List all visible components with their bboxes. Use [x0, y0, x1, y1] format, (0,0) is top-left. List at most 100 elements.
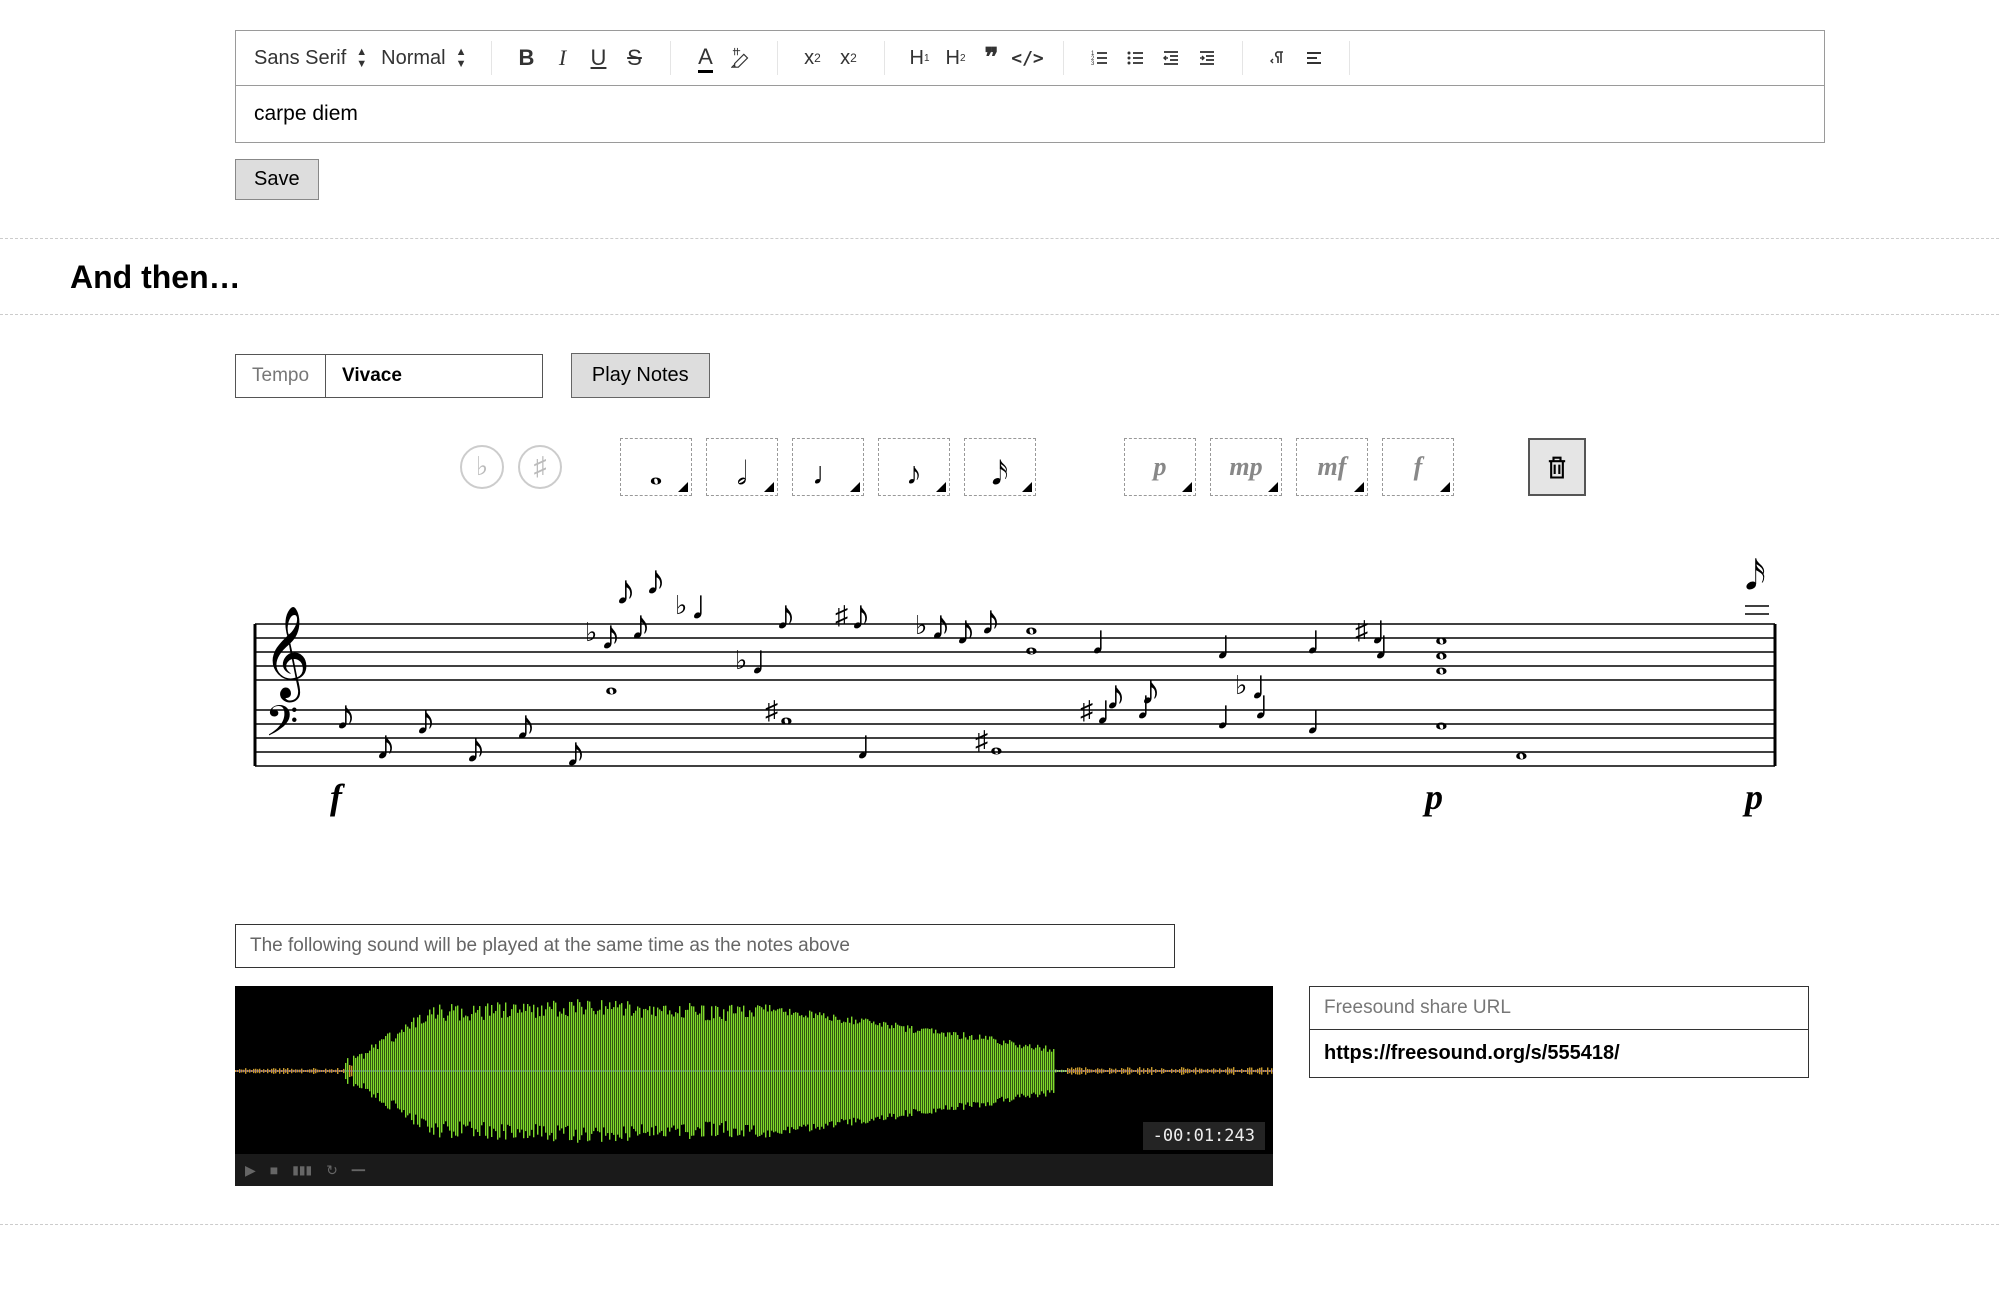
font-size-select[interactable]: Normal ▲▼ — [377, 46, 470, 70]
freesound-label: Freesound share URL — [1310, 987, 1808, 1030]
tempo-label: Tempo — [236, 355, 326, 397]
superscript-button[interactable]: x2 — [834, 43, 864, 73]
heading2-button[interactable]: H2 — [941, 43, 971, 73]
svg-text:𝄞: 𝄞 — [263, 607, 310, 702]
mezzopiano-dynamic-button[interactable]: mp — [1210, 438, 1282, 496]
svg-text:♩: ♩ — [1373, 623, 1415, 669]
underline-button[interactable]: U — [584, 43, 614, 73]
dynamic-piano: p — [1422, 777, 1443, 817]
svg-text:♪: ♪ — [415, 698, 436, 744]
forte-dynamic-button[interactable]: f — [1382, 438, 1454, 496]
svg-text:𝅝: 𝅝 — [780, 695, 793, 731]
editor-content[interactable]: carpe diem — [235, 86, 1825, 143]
italic-button[interactable]: I — [548, 43, 578, 73]
text-color-button[interactable]: A — [691, 43, 721, 73]
freesound-value: https://freesound.org/s/555418/ — [1310, 1030, 1808, 1077]
mezzoforte-dynamic-button[interactable]: mf — [1296, 438, 1368, 496]
svg-text:♪: ♪ — [955, 608, 976, 654]
waveform-player[interactable]: -00:01:243 ▶ ■ ▮▮▮ ↻ ━━ — [235, 986, 1273, 1186]
flat-accidental-button[interactable]: ♭ — [460, 445, 504, 489]
section-divider — [0, 238, 1999, 239]
eighth-note-button[interactable]: ♪ — [878, 438, 950, 496]
svg-text:♩: ♩ — [1305, 618, 1347, 664]
waveform-time: -00:01:243 — [1143, 1122, 1265, 1150]
svg-text:𝅝: 𝅝 — [990, 725, 1003, 761]
svg-text:♯: ♯ — [1355, 616, 1368, 645]
svg-text:𝅝: 𝅝 — [1435, 700, 1448, 736]
svg-text:♯: ♯ — [1080, 696, 1093, 725]
bold-button[interactable]: B — [512, 43, 542, 73]
save-button[interactable]: Save — [235, 159, 319, 200]
quarter-note-button[interactable]: ♩ — [792, 438, 864, 496]
sixteenth-note-button[interactable]: 𝅘𝅥𝅯 — [964, 438, 1036, 496]
ordered-list-button[interactable]: 123 — [1084, 43, 1114, 73]
volume-icon[interactable]: ━━ — [352, 1164, 365, 1177]
svg-text:♪: ♪ — [375, 723, 396, 769]
piano-dynamic-button[interactable]: p — [1124, 438, 1196, 496]
svg-text:𝅘𝅥𝅯: 𝅘𝅥𝅯 — [1745, 553, 1766, 598]
svg-text:♭: ♭ — [735, 646, 747, 675]
svg-text:♪: ♪ — [930, 603, 951, 649]
svg-text:♪: ♪ — [1140, 668, 1161, 714]
text-editor-toolbar: Sans Serif ▲▼ Normal ▲▼ B I U S A x2 x2 … — [235, 30, 1825, 86]
svg-text:♪: ♪ — [565, 730, 586, 776]
whole-note-button[interactable]: 𝅝 — [620, 438, 692, 496]
heading1-button[interactable]: H1 — [905, 43, 935, 73]
loop-icon[interactable]: ↻ — [326, 1162, 338, 1179]
align-button[interactable] — [1299, 43, 1329, 73]
svg-text:♪: ♪ — [1105, 673, 1126, 719]
freesound-url-field[interactable]: Freesound share URL https://freesound.or… — [1309, 986, 1809, 1078]
text-direction-button[interactable] — [1263, 43, 1293, 73]
tempo-field[interactable]: Tempo Vivace — [235, 354, 543, 398]
svg-text:♩: ♩ — [750, 638, 792, 684]
stop-icon[interactable]: ■ — [270, 1162, 278, 1178]
trash-icon — [1543, 453, 1571, 481]
svg-text:♯: ♯ — [835, 601, 848, 630]
section-title: And then… — [70, 259, 1999, 296]
half-note-button[interactable]: 𝅗𝅥 — [706, 438, 778, 496]
svg-text:♪: ♪ — [515, 703, 536, 749]
svg-text:♭: ♭ — [1235, 671, 1247, 700]
svg-text:♪: ♪ — [335, 693, 356, 739]
indent-button[interactable] — [1192, 43, 1222, 73]
svg-text:𝅝: 𝅝 — [1025, 625, 1038, 661]
svg-text:𝅝: 𝅝 — [1435, 645, 1448, 681]
svg-text:𝄢: 𝄢 — [265, 699, 298, 756]
music-toolbar: ♭ ♯ 𝅝 𝅗𝅥 ♩ ♪ 𝅘𝅥𝅯 p mp mf f — [460, 438, 1999, 496]
delete-button[interactable] — [1528, 438, 1586, 496]
code-button[interactable]: </> — [1013, 43, 1043, 73]
svg-text:♩: ♩ — [690, 583, 732, 629]
editor-text: carpe diem — [254, 102, 358, 125]
svg-text:♪: ♪ — [850, 593, 871, 639]
svg-text:♩: ♩ — [1305, 698, 1347, 744]
font-family-select[interactable]: Sans Serif ▲▼ — [250, 46, 371, 70]
sharp-accidental-button[interactable]: ♯ — [518, 445, 562, 489]
highlight-button[interactable] — [727, 43, 757, 73]
font-size-value: Normal — [381, 47, 445, 70]
svg-text:♭: ♭ — [915, 611, 927, 640]
chevron-updown-icon: ▲▼ — [356, 46, 367, 70]
svg-text:♪: ♪ — [775, 593, 796, 639]
svg-text:♪: ♪ — [615, 568, 636, 614]
sound-caption: The following sound will be played at th… — [235, 924, 1175, 968]
play-icon[interactable]: ▶ — [245, 1162, 256, 1179]
unordered-list-button[interactable] — [1120, 43, 1150, 73]
svg-text:♪: ♪ — [980, 598, 1001, 644]
subscript-button[interactable]: x2 — [798, 43, 828, 73]
chevron-updown-icon: ▲▼ — [456, 46, 467, 70]
svg-text:♯: ♯ — [765, 696, 778, 725]
play-notes-button[interactable]: Play Notes — [571, 353, 710, 398]
outdent-button[interactable] — [1156, 43, 1186, 73]
svg-text:𝅝: 𝅝 — [605, 665, 618, 701]
blockquote-button[interactable]: ❞ — [977, 43, 1007, 73]
svg-text:♪: ♪ — [465, 726, 486, 772]
strikethrough-button[interactable]: S — [620, 43, 650, 73]
svg-text:𝅝: 𝅝 — [1515, 730, 1528, 766]
svg-text:♪: ♪ — [600, 613, 621, 659]
bars-icon[interactable]: ▮▮▮ — [292, 1163, 312, 1177]
svg-text:♭: ♭ — [675, 591, 687, 620]
music-staff[interactable]: 𝄞 𝄢 ♪♪ ♪♪ ♪♪ ♭♪♪ ♪♪ 𝅝 ♭♩ ♭♩ ♪ ♯𝅝 ♯♪ ♩ — [235, 534, 1795, 874]
svg-text:♯: ♯ — [975, 726, 988, 755]
svg-text:♪: ♪ — [645, 558, 666, 604]
tempo-value: Vivace — [326, 355, 542, 397]
